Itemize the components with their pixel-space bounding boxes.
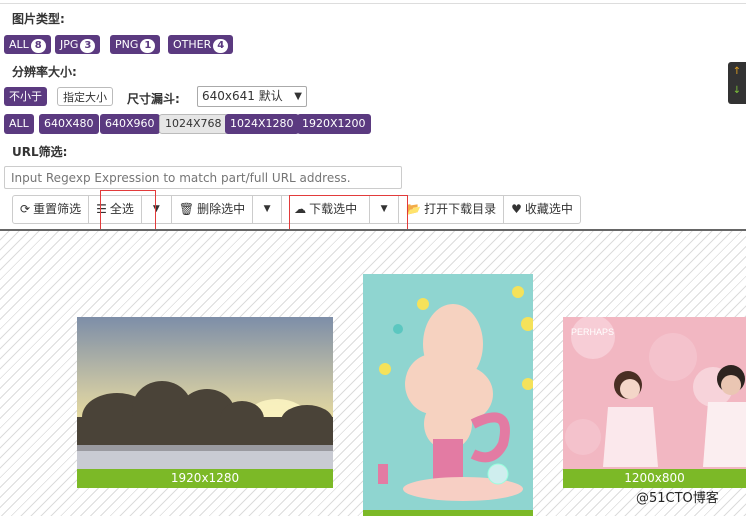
url-regex-input[interactable] — [4, 166, 402, 189]
favorite-selected-button[interactable]: ♥ 收藏选中 — [504, 196, 580, 223]
image-type-label: 图片类型: — [12, 12, 65, 26]
favorite-selected-label: 收藏选中 — [524, 202, 573, 216]
image-overlay-text: PERHAPS — [571, 327, 614, 337]
folder-open-icon: 📂 — [406, 202, 422, 216]
size-funnel-value: 640x641 默认 — [202, 89, 283, 103]
refresh-icon: ⟳ — [20, 202, 31, 216]
size-filter-1024x768[interactable]: 1024X768 — [159, 114, 228, 134]
type-count: 8 — [30, 39, 46, 53]
image-resolution: 1200x800 — [563, 469, 746, 488]
resolution-label: 分辨率大小: — [12, 65, 77, 79]
image-card[interactable]: 1920x1280 — [77, 317, 333, 488]
type-filter-all[interactable]: ALL 8 — [4, 35, 51, 54]
size-filter-1024x1280[interactable]: 1024X1280 — [225, 114, 299, 134]
image-resolution: 1920x1280 — [77, 469, 333, 488]
type-count: 4 — [213, 39, 229, 53]
type-filter-png[interactable]: PNG 1 — [110, 35, 161, 54]
size-filter-all[interactable]: ALL — [4, 114, 34, 134]
heart-icon: ♥ — [511, 202, 522, 216]
image-thumbnail: PERHAPS — [563, 317, 746, 488]
type-label: PNG — [115, 38, 139, 51]
delete-dropdown-toggle[interactable]: ▼ — [253, 196, 283, 223]
arrow-up-icon: ↑ — [732, 66, 742, 77]
image-gallery: 1920x1280 PERHAPS 1200x800 — [0, 229, 746, 516]
chevron-down-icon: ▼ — [294, 91, 302, 102]
type-filter-other[interactable]: OTHER 4 — [168, 35, 234, 54]
url-filter-label: URL筛选: — [12, 145, 68, 159]
size-filter-640x960[interactable]: 640X960 — [100, 114, 160, 134]
scroll-widget[interactable]: ↑ ↓ — [728, 62, 746, 104]
type-count: 1 — [140, 39, 156, 53]
trash-icon: 🗑 — [178, 202, 195, 216]
image-thumbnail — [77, 317, 333, 488]
specify-size-button[interactable]: 指定大小 — [57, 87, 113, 106]
size-filter-640x480[interactable]: 640X480 — [39, 114, 99, 134]
top-divider — [0, 3, 746, 4]
arrow-down-icon: ↓ — [732, 85, 742, 96]
open-download-dir-button[interactable]: 📂 打开下载目录 — [399, 196, 505, 223]
delete-selected-label: 删除选中 — [197, 202, 246, 216]
size-funnel-select[interactable]: 640x641 默认 ▼ — [197, 86, 307, 107]
not-less-than-button[interactable]: 不小于 — [4, 87, 47, 106]
highlight-select-all — [100, 190, 156, 230]
caret-down-icon: ▼ — [263, 204, 271, 214]
size-filter-1920x1200[interactable]: 1920X1200 — [297, 114, 371, 134]
reset-filter-button[interactable]: ⟳ 重置筛选 — [13, 196, 90, 223]
image-card[interactable] — [363, 274, 533, 516]
delete-selected-button[interactable]: 🗑 删除选中 — [172, 196, 254, 223]
open-download-dir-label: 打开下载目录 — [424, 202, 497, 216]
size-funnel-label: 尺寸漏斗: — [127, 92, 180, 106]
watermark: @51CTO博客 — [636, 491, 719, 506]
image-card[interactable]: PERHAPS 1200x800 — [563, 317, 746, 488]
type-filter-jpg[interactable]: JPG 3 — [55, 35, 101, 54]
type-label: OTHER — [173, 38, 212, 51]
type-label: JPG — [60, 38, 79, 51]
type-count: 3 — [80, 39, 96, 53]
type-label: ALL — [9, 38, 29, 51]
image-thumbnail — [363, 274, 533, 516]
reset-filter-label: 重置筛选 — [33, 202, 82, 216]
